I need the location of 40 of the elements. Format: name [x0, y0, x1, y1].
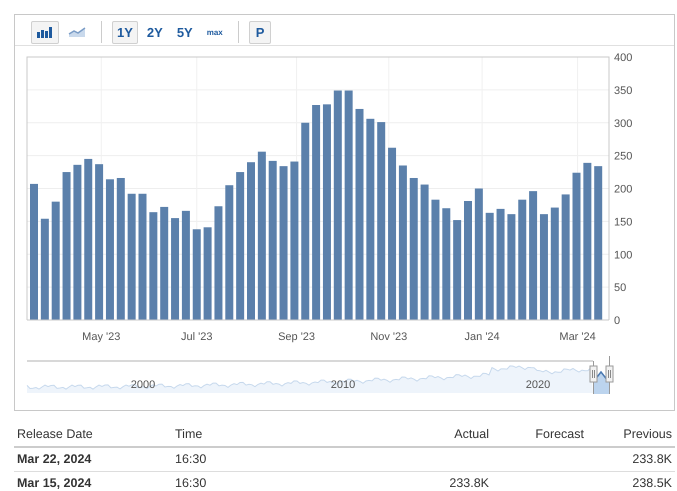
range-button[interactable]: 2Y [142, 20, 168, 44]
column-header: Previous [587, 424, 675, 447]
axis-label: Jul '23 [181, 331, 212, 343]
year-label: 2010 [330, 379, 356, 391]
table-cell: Mar 15, 2024 [14, 472, 172, 491]
axis-label: Jan '24 [464, 331, 500, 343]
axis-label: 0 [614, 315, 620, 327]
table-cell: 233.8K [372, 472, 492, 491]
range-button[interactable]: max [202, 20, 228, 44]
axis-label: 100 [614, 249, 632, 262]
table-cell: 16:30 [172, 472, 372, 491]
bar-chart-icon [36, 26, 54, 38]
column-header: Time [172, 424, 372, 447]
range-handle[interactable] [590, 360, 598, 394]
line-chart-icon [68, 26, 86, 38]
bar-chart-button[interactable] [31, 20, 59, 44]
year-label: 2000 [130, 379, 156, 391]
axis-label: 400 [614, 52, 632, 64]
axis-label: May '23 [82, 331, 120, 343]
axis-label: 150 [614, 216, 632, 228]
axis-label: Mar '24 [559, 331, 596, 343]
range-handle[interactable] [606, 356, 614, 394]
axis-label: 50 [614, 282, 626, 294]
axis-label: 200 [614, 184, 632, 196]
p-button[interactable]: P [248, 20, 272, 44]
table-cell: Mar 22, 2024 [14, 447, 172, 472]
axis-label: 250 [614, 150, 632, 163]
column-header: Forecast [492, 424, 587, 447]
table-cell: 238.5K [587, 472, 675, 491]
column-header: Actual [372, 424, 492, 447]
axis-label: Sep '23 [278, 331, 316, 343]
table-cell: 233.8K [587, 447, 675, 472]
axis-label: Nov '23 [370, 331, 408, 343]
range-button[interactable]: 1Y [112, 20, 138, 44]
axis-label: 300 [614, 118, 632, 130]
year-label: 2020 [526, 379, 550, 391]
axis-label: 350 [614, 84, 632, 97]
table-cell: 16:30 [172, 447, 372, 472]
range-button[interactable]: 5Y [172, 20, 198, 44]
column-header: Release Date [14, 424, 172, 447]
